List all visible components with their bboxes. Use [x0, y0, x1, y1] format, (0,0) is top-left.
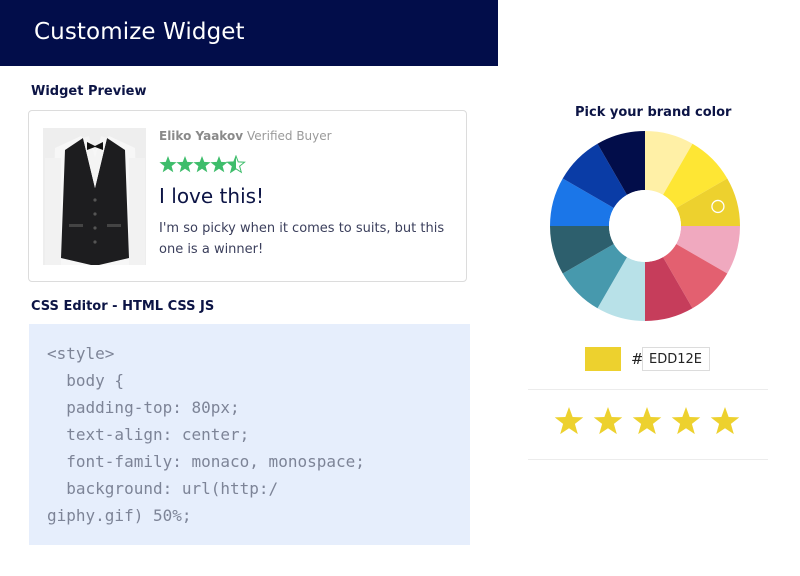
brand-color-label: Pick your brand color [575, 105, 732, 120]
css-editor-label: CSS Editor - HTML CSS JS [31, 299, 215, 314]
page-title: Customize Widget [34, 19, 245, 45]
product-photo [43, 128, 146, 265]
star-full-icon [176, 156, 194, 173]
star-icon[interactable] [553, 405, 585, 437]
header-bar: Customize Widget [0, 0, 498, 66]
verified-buyer-badge: Verified Buyer [247, 129, 332, 143]
star-icon[interactable] [670, 405, 702, 437]
css-editor[interactable]: <style> body { padding-top: 80px; text-a… [29, 324, 470, 545]
code-line: text-align: center; [47, 425, 250, 444]
star-full-icon [159, 156, 177, 173]
review-rating [159, 155, 269, 175]
star-icon[interactable] [592, 405, 624, 437]
color-wheel[interactable] [549, 130, 741, 327]
widget-preview-label: Widget Preview [31, 84, 147, 99]
star-full-icon [193, 156, 211, 173]
review-body: I'm so picky when it comes to suits, but… [159, 221, 445, 257]
code-line: font-family: monaco, monospace; [47, 452, 365, 471]
hex-color-input[interactable] [642, 347, 710, 371]
selected-color-swatch [585, 347, 621, 371]
reviewer-name: Eliko Yaakov [159, 129, 244, 143]
reviewer-line: Eliko Yaakov Verified Buyer [159, 129, 332, 143]
star-icon[interactable] [709, 405, 741, 437]
review-title: I love this! [159, 184, 265, 208]
divider [528, 389, 768, 390]
code-line: giphy.gif) 50%; [47, 506, 192, 525]
code-line: body { [47, 371, 125, 390]
divider [528, 459, 768, 460]
star-full-icon [210, 156, 228, 173]
star-icon[interactable] [631, 405, 663, 437]
widget-preview-card: Eliko Yaakov Verified Buyer I love this! … [28, 110, 467, 282]
code-line: background: url(http:/ [47, 479, 279, 498]
code-line: padding-top: 80px; [47, 398, 240, 417]
code-line: <style> [47, 344, 115, 363]
